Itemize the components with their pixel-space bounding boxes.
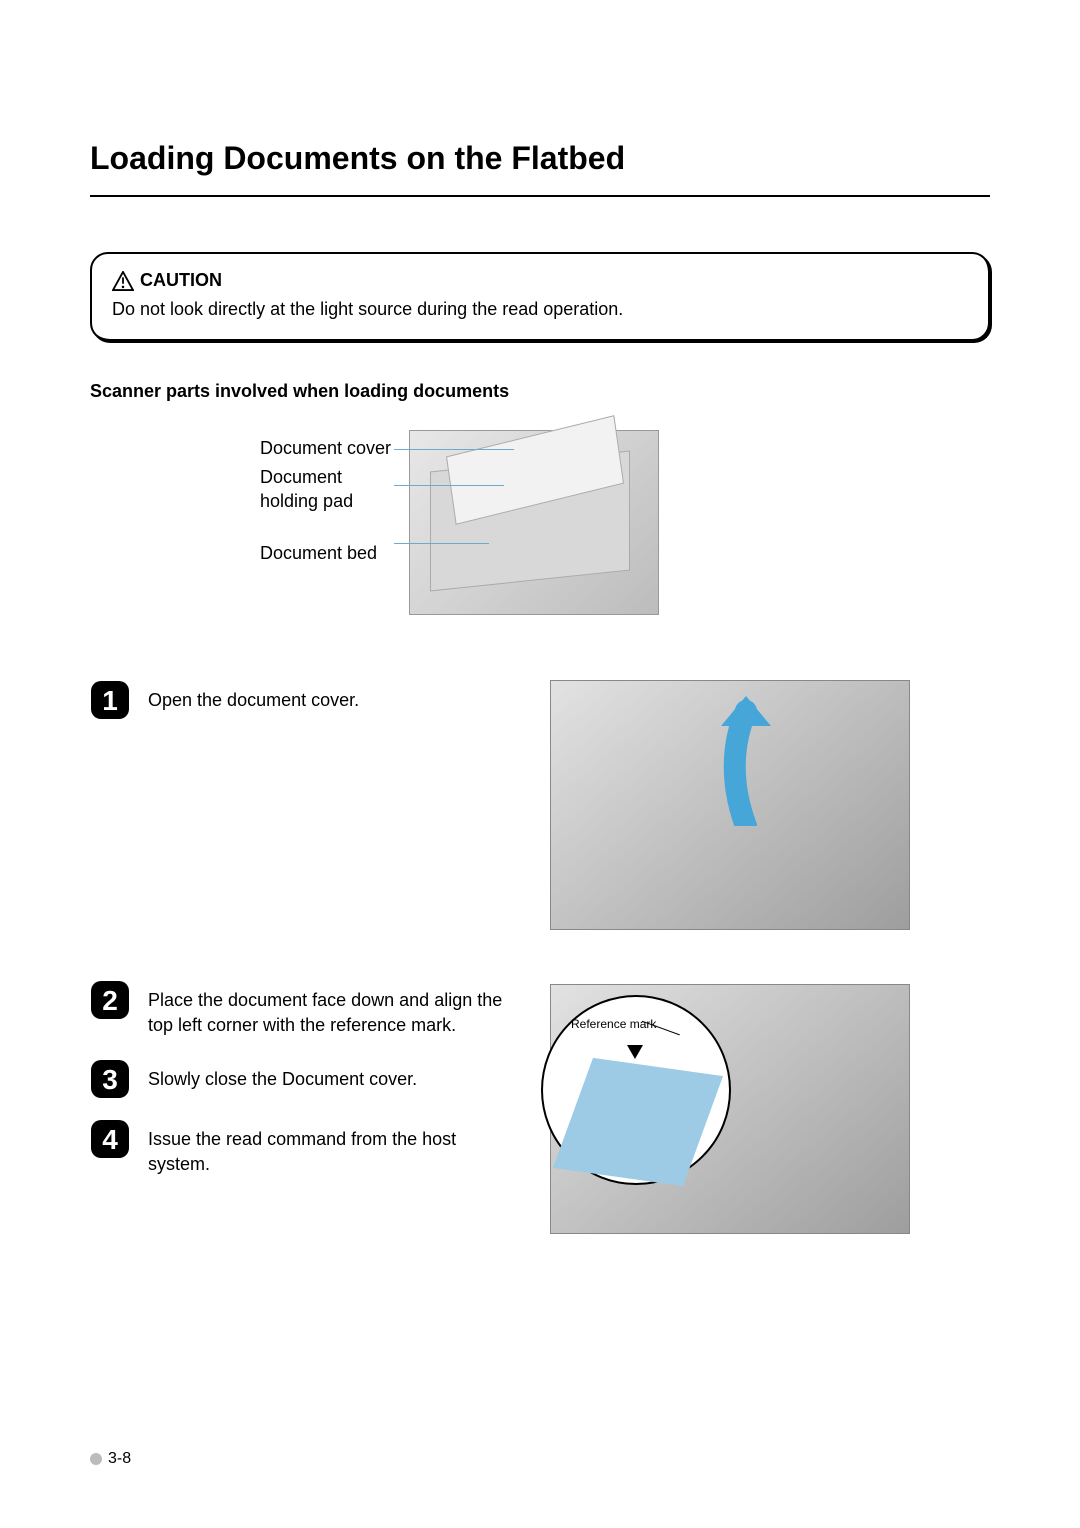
svg-text:4: 4 [102, 1124, 118, 1155]
photo-open-cover [550, 680, 910, 930]
step-1-text: Open the document cover. [148, 680, 359, 713]
scanner-parts-image [409, 430, 659, 615]
step-3: 3 Slowly close the Document cover. [90, 1059, 520, 1099]
caution-text: Do not look directly at the light source… [112, 297, 968, 321]
step-4-text: Issue the read command from the host sys… [148, 1119, 508, 1177]
page-title: Loading Documents on the Flatbed [90, 140, 990, 177]
step-1: 1 Open the document cover. [90, 680, 520, 720]
svg-text:1: 1 [102, 685, 118, 716]
title-rule [90, 195, 990, 197]
label-document-pad-1: Document [260, 465, 391, 489]
diagram-parts: Document cover Document holding pad Docu… [260, 430, 990, 615]
step-badge-2-icon: 2 [90, 980, 130, 1020]
warning-triangle-icon [112, 271, 134, 291]
arrow-up-icon [701, 696, 791, 826]
step-4: 4 Issue the read command from the host s… [90, 1119, 520, 1177]
caution-heading: CAUTION [140, 270, 222, 291]
page-footer: 3-8 [90, 1450, 131, 1468]
label-document-cover: Document cover [260, 436, 391, 460]
reference-mark-triangle-icon [627, 1045, 643, 1059]
page-number: 3-8 [108, 1450, 131, 1468]
step-badge-3-icon: 3 [90, 1059, 130, 1099]
step-badge-1-icon: 1 [90, 680, 130, 720]
step-2-text: Place the document face down and align t… [148, 980, 508, 1038]
label-document-pad-2: holding pad [260, 489, 391, 513]
section-heading: Scanner parts involved when loading docu… [90, 381, 990, 402]
svg-text:2: 2 [102, 985, 118, 1016]
footer-bullet-icon [90, 1453, 102, 1465]
caution-box: CAUTION Do not look directly at the ligh… [90, 252, 990, 341]
step-3-text: Slowly close the Document cover. [148, 1059, 417, 1092]
step-badge-4-icon: 4 [90, 1119, 130, 1159]
photo-reference-mark: Reference mark [550, 984, 910, 1234]
step-2: 2 Place the document face down and align… [90, 980, 520, 1038]
label-document-bed: Document bed [260, 541, 391, 565]
svg-text:3: 3 [102, 1064, 118, 1095]
